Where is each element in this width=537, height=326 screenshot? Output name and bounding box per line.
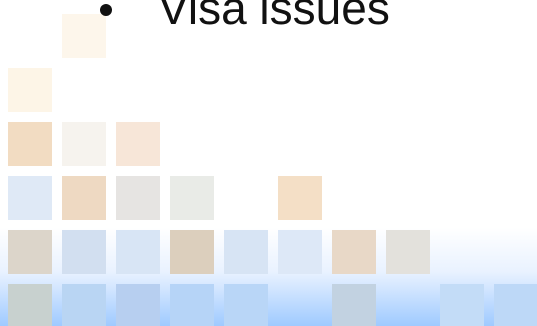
decorative-tile (440, 284, 484, 326)
bullet-item: Visa issues (100, 0, 390, 38)
decorative-tile (224, 230, 268, 274)
decorative-tile (62, 230, 106, 274)
decorative-tile (170, 230, 214, 274)
decorative-tile (278, 176, 322, 220)
decorative-tile (116, 122, 160, 166)
decorative-tile (224, 284, 268, 326)
decorative-tile (116, 176, 160, 220)
decorative-tile (116, 230, 160, 274)
decorative-tile (170, 284, 214, 326)
decorative-tile (8, 230, 52, 274)
slide-canvas: Visa issues (0, 0, 537, 326)
decorative-tile (8, 68, 52, 112)
decorative-tile (386, 230, 430, 274)
bullet-dot-icon (100, 4, 112, 16)
decorative-tile (170, 176, 214, 220)
decorative-tile (8, 122, 52, 166)
decorative-tile (62, 284, 106, 326)
decorative-tile (62, 176, 106, 220)
decorative-tile (494, 284, 537, 326)
decorative-tile (332, 230, 376, 274)
decorative-tile (8, 284, 52, 326)
decorative-tile (278, 230, 322, 274)
decorative-tile-grid (0, 0, 537, 326)
decorative-tile (62, 122, 106, 166)
decorative-tile (332, 284, 376, 326)
bullet-text: Visa issues (158, 0, 390, 34)
decorative-tile (8, 176, 52, 220)
decorative-tile (116, 284, 160, 326)
